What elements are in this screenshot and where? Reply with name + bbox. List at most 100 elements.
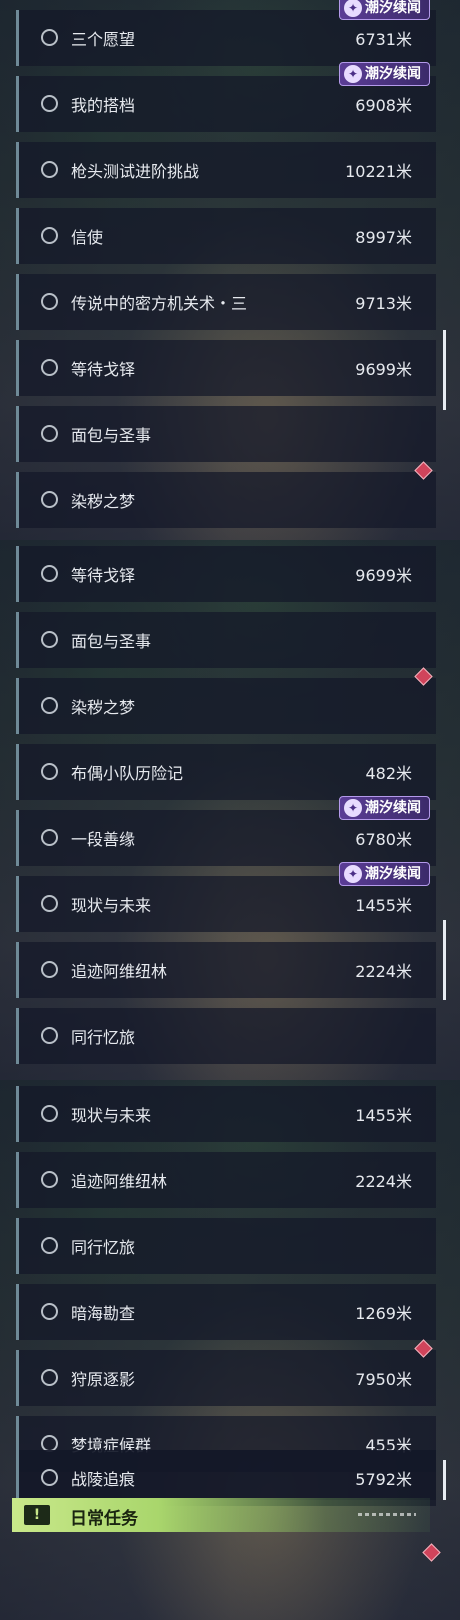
quest-name: 信使 (71, 228, 104, 247)
quest-list-panel-2: 等待戈铎 9699米 面包与圣事 染秽之梦 布偶小队历险记 482米 ✦ 潮汐续闻… (0, 540, 460, 1080)
quest-distance: 8997米 (355, 228, 412, 247)
circle-status-icon (41, 829, 58, 846)
circle-status-icon (41, 1369, 58, 1386)
red-diamond-marker-icon (422, 1543, 441, 1562)
circle-status-icon (41, 1105, 58, 1122)
quest-name: 等待戈铎 (71, 360, 136, 379)
circle-status-icon (41, 1303, 58, 1320)
quest-row[interactable]: 同行忆旅 (16, 1008, 436, 1064)
circle-status-icon (41, 895, 58, 912)
quest-name: 我的搭档 (71, 96, 136, 115)
quest-name: 一段善缘 (71, 830, 136, 849)
exclamation-icon: ! (24, 1505, 50, 1525)
header-decoration (358, 1513, 416, 1516)
quest-name: 暗海勘查 (71, 1304, 136, 1323)
circle-status-icon (41, 961, 58, 978)
quest-name: 同行忆旅 (71, 1028, 136, 1047)
quest-name: 面包与圣事 (71, 426, 152, 445)
circle-status-icon (41, 359, 58, 376)
circle-status-icon (41, 491, 58, 508)
circle-status-icon (41, 697, 58, 714)
quest-row[interactable]: 追迹阿维纽林 2224米 (16, 942, 436, 998)
quest-name: 战陵追痕 (71, 1470, 136, 1489)
circle-status-icon (41, 1237, 58, 1254)
scrollbar-thumb[interactable] (443, 1460, 446, 1500)
circle-status-icon (41, 763, 58, 780)
circle-status-icon (41, 631, 58, 648)
red-diamond-marker-icon (414, 1339, 433, 1358)
quest-row[interactable]: ✦ 潮汐续闻 一段善缘 6780米 (16, 796, 436, 866)
tide-emblem-icon: ✦ (344, 865, 362, 883)
quest-row[interactable]: 狩原逐影 7950米 (16, 1339, 436, 1406)
circle-status-icon (41, 1027, 58, 1044)
badge-label: 潮汐续闻 (365, 800, 421, 816)
quest-name: 现状与未来 (71, 1106, 152, 1125)
quest-distance: 5792米 (355, 1470, 412, 1489)
quest-row[interactable]: 枪头测试进阶挑战 10221米 (16, 142, 436, 198)
quest-row[interactable]: 现状与未来 1455米 (16, 1086, 436, 1142)
quest-row[interactable]: 面包与圣事 (16, 406, 436, 462)
quest-name: 狩原逐影 (71, 1370, 136, 1389)
tide-story-badge: ✦ 潮汐续闻 (339, 62, 430, 86)
circle-status-icon (41, 293, 58, 310)
quest-row[interactable]: 布偶小队历险记 482米 (16, 744, 436, 800)
red-diamond-marker-icon (414, 667, 433, 686)
quest-name: 染秽之梦 (71, 698, 136, 717)
quest-row-three-wishes[interactable]: ✦ 潮汐续闻 三个愿望 6731米 (16, 0, 436, 66)
quest-list-panel-3: 现状与未来 1455米 追迹阿维纽林 2224米 同行忆旅 暗海勘查 1269米… (0, 1080, 460, 1620)
scrollbar-thumb[interactable] (443, 330, 446, 410)
quest-distance: 1269米 (355, 1304, 412, 1323)
quest-row[interactable]: 信使 8997米 (16, 208, 436, 264)
scrollbar-thumb[interactable] (443, 920, 446, 1000)
circle-status-icon (41, 29, 58, 46)
circle-status-icon (41, 227, 58, 244)
circle-status-icon (41, 161, 58, 178)
daily-tasks-header[interactable]: ! 日常任务 (12, 1498, 430, 1532)
quest-row-my-partner[interactable]: ✦ 潮汐续闻 我的搭档 6908米 (16, 62, 436, 132)
quest-name: 追迹阿维纽林 (71, 1172, 168, 1191)
quest-list-panel-1: ✦ 潮汐续闻 三个愿望 6731米 ✦ 潮汐续闻 我的搭档 6908米 枪头测试进阶… (0, 0, 460, 540)
daily-tasks-label: 日常任务 (70, 1509, 138, 1529)
quest-row[interactable]: 等待戈铎 9699米 (16, 546, 436, 602)
red-diamond-marker-icon (414, 461, 433, 480)
badge-label: 潮汐续闻 (365, 866, 421, 882)
quest-name: 传说中的密方机关术・三 (71, 294, 248, 313)
quest-row[interactable]: 等待戈铎 9699米 (16, 340, 436, 396)
quest-row[interactable]: ✦ 潮汐续闻 现状与未来 1455米 (16, 862, 436, 932)
quest-name: 三个愿望 (71, 30, 136, 49)
quest-row[interactable]: 染秽之梦 (16, 667, 436, 734)
circle-status-icon (41, 425, 58, 442)
scrollbar[interactable] (443, 1460, 446, 1500)
circle-status-icon (41, 1469, 58, 1486)
quest-name: 面包与圣事 (71, 632, 152, 651)
quest-name: 同行忆旅 (71, 1238, 136, 1257)
badge-label: 潮汐续闻 (365, 0, 421, 16)
quest-name: 现状与未来 (71, 896, 152, 915)
quest-distance: 10221米 (345, 162, 412, 181)
tide-emblem-icon: ✦ (344, 65, 362, 83)
quest-name: 枪头测试进阶挑战 (71, 162, 200, 181)
quest-row[interactable]: 面包与圣事 (16, 612, 436, 668)
quest-distance: 7950米 (355, 1370, 412, 1389)
quest-distance: 1455米 (355, 1106, 412, 1125)
quest-distance: 6780米 (355, 830, 412, 849)
quest-row[interactable]: 暗海勘查 1269米 (16, 1284, 436, 1340)
quest-row[interactable]: 同行忆旅 (16, 1218, 436, 1274)
circle-status-icon (41, 1171, 58, 1188)
circle-status-icon (41, 95, 58, 112)
tide-story-badge: ✦ 潮汐续闻 (339, 862, 430, 886)
tide-emblem-icon: ✦ (344, 799, 362, 817)
scrollbar[interactable] (443, 920, 446, 1000)
quest-distance: 9699米 (355, 360, 412, 379)
tide-story-badge: ✦ 潮汐续闻 (339, 0, 430, 20)
tide-story-badge: ✦ 潮汐续闻 (339, 796, 430, 820)
quest-row[interactable]: 追迹阿维纽林 2224米 (16, 1152, 436, 1208)
quest-distance: 9713米 (355, 294, 412, 313)
scrollbar[interactable] (443, 330, 446, 410)
quest-distance: 482米 (365, 764, 412, 783)
quest-row[interactable]: 染秽之梦 (16, 461, 436, 528)
quest-name: 布偶小队历险记 (71, 764, 184, 783)
quest-row[interactable]: 传说中的密方机关术・三 9713米 (16, 274, 436, 330)
quest-distance: 6731米 (355, 30, 412, 49)
quest-distance: 1455米 (355, 896, 412, 915)
